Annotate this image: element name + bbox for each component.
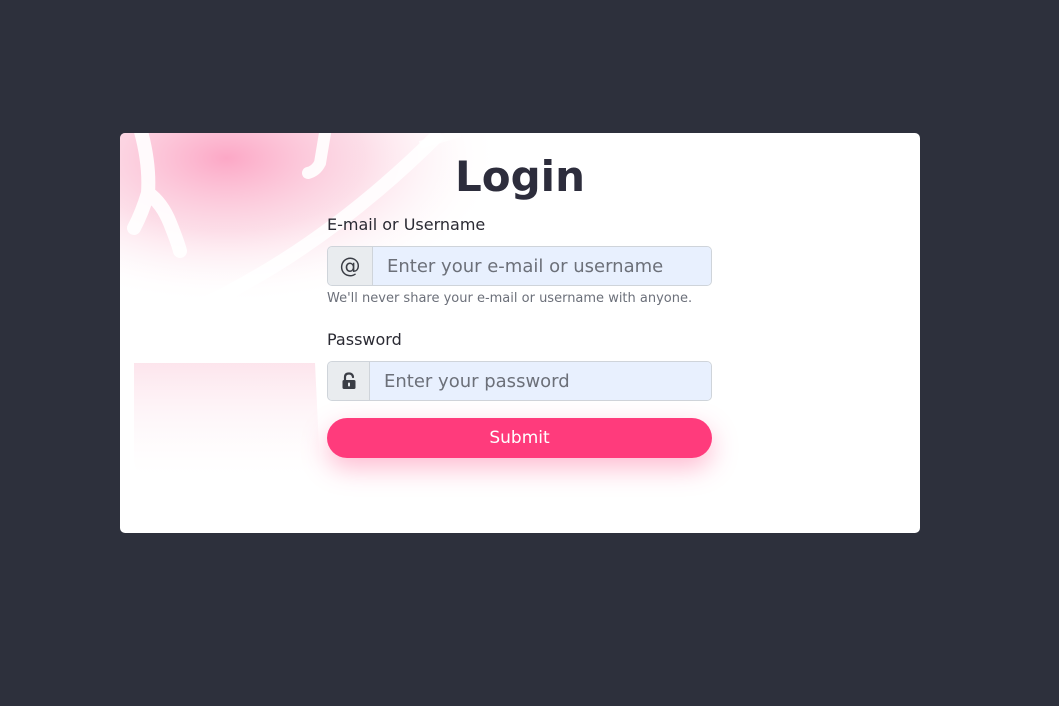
unlock-icon bbox=[328, 362, 370, 400]
submit-button[interactable]: Submit bbox=[327, 418, 712, 458]
password-input-group bbox=[327, 361, 712, 401]
page-title: Login bbox=[455, 152, 585, 201]
email-input[interactable] bbox=[373, 247, 711, 285]
page-background: Login E-mail or Username @ We'll never s… bbox=[0, 0, 1059, 706]
login-card: Login E-mail or Username @ We'll never s… bbox=[120, 133, 920, 533]
email-input-group: @ bbox=[327, 246, 712, 286]
password-input[interactable] bbox=[370, 362, 711, 400]
email-help-text: We'll never share your e-mail or usernam… bbox=[327, 291, 693, 306]
at-icon: @ bbox=[328, 247, 373, 285]
email-label: E-mail or Username bbox=[327, 215, 486, 234]
password-label: Password bbox=[327, 330, 402, 349]
